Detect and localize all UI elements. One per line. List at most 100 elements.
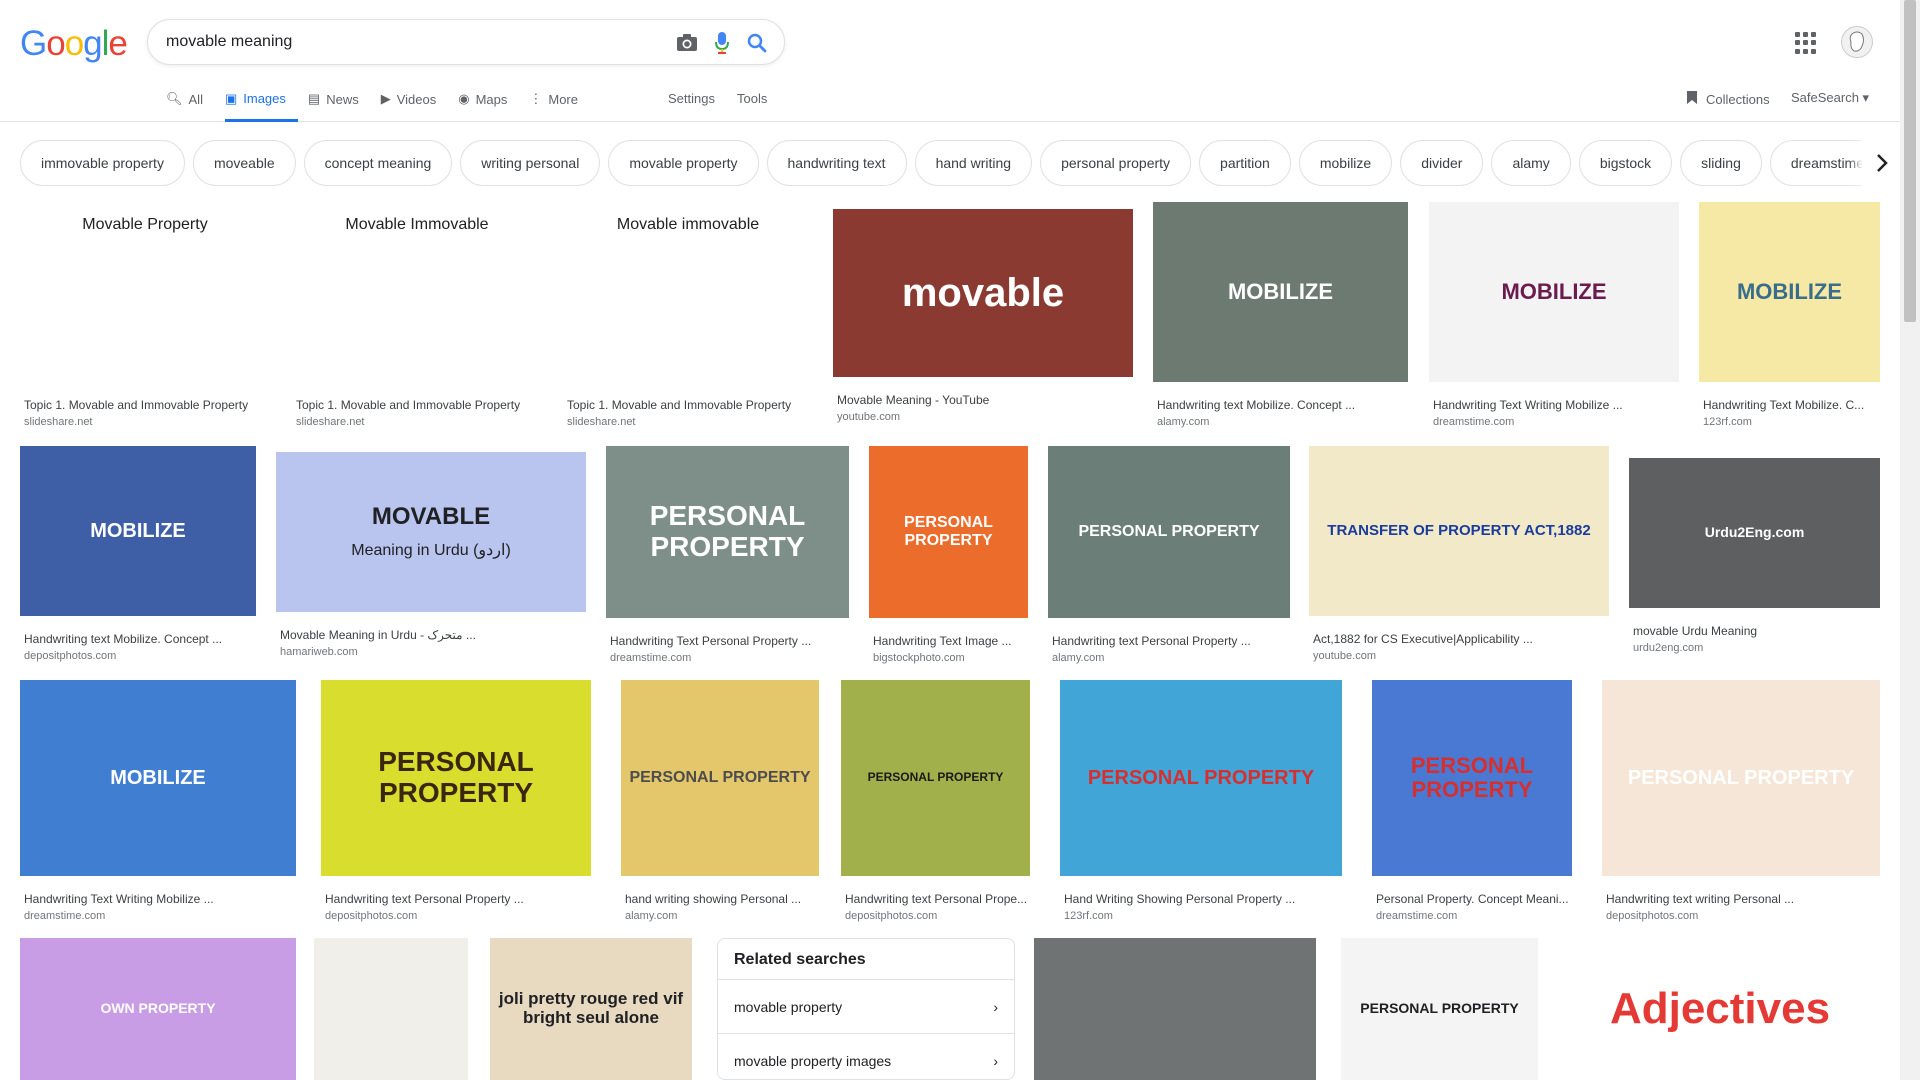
related-item[interactable]: movable property images › [718, 1033, 1014, 1080]
tab-all[interactable]: 🔍︎ All [166, 86, 215, 122]
result-title[interactable]: Handwriting text Personal Property ... [325, 892, 591, 906]
image-result[interactable]: MOBILIZE Handwriting Text Mobilize. C... 1… [1699, 202, 1880, 436]
microphone-icon[interactable] [710, 31, 734, 55]
result-title[interactable]: Handwriting text Mobilize. Concept ... [1157, 398, 1408, 412]
collections-button[interactable]: Collections [1686, 90, 1770, 108]
result-title[interactable]: movable Urdu Meaning [1633, 624, 1880, 638]
chip[interactable]: partition [1199, 140, 1291, 186]
result-thumbnail[interactable]: PERSONAL PROPERTY [1372, 680, 1572, 876]
settings-link[interactable]: Settings [668, 91, 715, 106]
google-logo[interactable]: Google [20, 24, 128, 64]
result-title[interactable]: Hand Writing Showing Personal Property .… [1064, 892, 1342, 906]
result-thumbnail[interactable]: PERSONAL PROPERTY [869, 446, 1028, 618]
chip[interactable]: divider [1400, 140, 1484, 186]
result-title[interactable]: Personal Property. Concept Meani... [1376, 892, 1572, 906]
image-result[interactable]: movable Movable Meaning - YouTube youtube.… [833, 209, 1133, 431]
apps-grid-icon[interactable] [1795, 32, 1817, 54]
result-thumbnail[interactable]: PERSONAL PROPERTY [1602, 680, 1880, 876]
image-result[interactable]: PERSONAL PROPERTY Handwriting text Person… [1048, 446, 1290, 672]
result-thumbnail[interactable]: Movable Immovable [292, 202, 542, 382]
result-title[interactable]: Handwriting Text Writing Mobilize ... [24, 892, 296, 906]
result-thumbnail[interactable]: Adjectives [1560, 938, 1880, 1080]
result-title[interactable]: Handwriting text Personal Prope... [845, 892, 1030, 906]
image-result[interactable]: MOVABLE Meaning in Urdu (اردو) Movable Mea… [276, 452, 586, 666]
result-thumbnail[interactable]: PERSONAL PROPERTY [841, 680, 1030, 876]
result-thumbnail[interactable]: MOBILIZE [1699, 202, 1880, 382]
image-result[interactable]: MOBILIZE Handwriting text Mobilize. Conce… [1153, 202, 1408, 436]
result-title[interactable]: Topic 1. Movable and Immovable Property [24, 398, 270, 412]
image-result[interactable]: Movable immovable Topic 1. Movable and Im… [563, 202, 813, 436]
result-thumbnail[interactable]: Movable Property [20, 202, 270, 382]
result-title[interactable]: hand writing showing Personal ... [625, 892, 819, 906]
image-result[interactable]: Movable Immovable Topic 1. Movable and Im… [292, 202, 542, 436]
result-title[interactable]: Handwriting Text Writing Mobilize ... [1433, 398, 1679, 412]
chip[interactable]: movable property [608, 140, 759, 186]
result-title[interactable]: Handwriting text Personal Property ... [1052, 634, 1290, 648]
result-thumbnail[interactable]: Urdu2Eng.com [1629, 458, 1880, 608]
chip[interactable]: concept meaning [303, 140, 453, 186]
related-item[interactable]: movable property › [718, 979, 1014, 1033]
result-thumbnail[interactable]: PERSONAL PROPERTY [1048, 446, 1290, 618]
chip[interactable]: handwriting text [766, 140, 907, 186]
tab-videos[interactable]: ▶ Videos [381, 86, 449, 122]
image-result[interactable]: PERSONAL PROPERTY [1341, 938, 1538, 1080]
chips-next-button[interactable] [1862, 140, 1902, 186]
result-thumbnail[interactable]: PERSONAL PROPERTY [321, 680, 591, 876]
image-result[interactable]: Movable Property Topic 1. Movable and Imm… [20, 202, 270, 436]
image-result[interactable]: PERSONAL PROPERTY Handwriting text writin… [1602, 680, 1880, 930]
result-thumbnail[interactable]: PERSONAL PROPERTY [1341, 938, 1538, 1080]
result-thumbnail[interactable]: movable [833, 209, 1133, 377]
image-result[interactable] [314, 938, 468, 1080]
result-title[interactable]: Topic 1. Movable and Immovable Property [567, 398, 813, 412]
result-title[interactable]: Act,1882 for CS Executive|Applicability … [1313, 632, 1609, 646]
tab-images[interactable]: ▣ Images [224, 86, 298, 122]
result-title[interactable]: Topic 1. Movable and Immovable Property [296, 398, 542, 412]
chip[interactable]: sliding [1680, 140, 1762, 186]
image-result[interactable]: TRANSFER OF PROPERTY ACT,1882 Act,1882 fo… [1309, 446, 1609, 670]
image-result[interactable]: joli pretty rouge red vif bright seul al… [490, 938, 692, 1080]
result-title[interactable]: Handwriting Text Personal Property ... [610, 634, 849, 648]
result-thumbnail[interactable]: MOVABLE Meaning in Urdu (اردو) [276, 452, 586, 612]
image-result[interactable]: OWN PROPERTY [20, 938, 296, 1080]
result-thumbnail[interactable]: TRANSFER OF PROPERTY ACT,1882 [1309, 446, 1609, 616]
search-icon[interactable] [745, 31, 769, 55]
image-result[interactable]: PERSONAL PROPERTY Hand Writing Showing Pe… [1060, 680, 1342, 930]
result-thumbnail[interactable]: MOBILIZE [1429, 202, 1679, 382]
image-result[interactable]: MOBILIZE Handwriting Text Writing Mobiliz… [20, 680, 296, 930]
result-thumbnail[interactable]: PERSONAL PROPERTY [621, 680, 819, 876]
image-result[interactable]: PERSONAL PROPERTY Handwriting text Person… [321, 680, 591, 930]
tab-more[interactable]: ⋮ More [529, 86, 590, 122]
image-result[interactable]: PERSONAL PROPERTY Handwriting Text Image … [869, 446, 1028, 672]
result-title[interactable]: Movable Meaning - YouTube [837, 393, 1133, 407]
avatar[interactable] [1841, 26, 1873, 58]
image-result[interactable]: PERSONAL PROPERTY Handwriting text Person… [841, 680, 1030, 930]
result-thumbnail[interactable] [314, 938, 468, 1080]
image-result[interactable]: PERSONAL PROPERTY Personal Property. Conc… [1372, 680, 1572, 930]
chip[interactable]: writing personal [460, 140, 601, 186]
tools-link[interactable]: Tools [737, 91, 767, 106]
result-thumbnail[interactable]: PERSONAL PROPERTY [1060, 680, 1342, 876]
result-thumbnail[interactable]: Movable immovable [563, 202, 813, 382]
search-input[interactable] [166, 30, 636, 54]
result-title[interactable]: Movable Meaning in Urdu - متحرک ... [280, 628, 586, 642]
image-result[interactable]: PERSONAL PROPERTY Handwriting Text Person… [606, 446, 849, 672]
image-result[interactable]: Adjectives [1560, 938, 1880, 1080]
chip[interactable]: moveable [192, 140, 296, 186]
result-thumbnail[interactable]: OWN PROPERTY [20, 938, 296, 1080]
result-thumbnail[interactable] [1034, 938, 1316, 1080]
chip[interactable]: personal property [1040, 140, 1192, 186]
result-thumbnail[interactable]: MOBILIZE [1153, 202, 1408, 382]
result-title[interactable]: Handwriting text writing Personal ... [1606, 892, 1880, 906]
image-result[interactable]: MOBILIZE Handwriting text Mobilize. Conce… [20, 446, 256, 670]
result-thumbnail[interactable]: MOBILIZE [20, 680, 296, 876]
chip[interactable]: hand writing [914, 140, 1033, 186]
chip[interactable]: mobilize [1298, 140, 1393, 186]
chip[interactable]: bigstock [1578, 140, 1673, 186]
scrollbar[interactable] [1900, 0, 1920, 1080]
camera-icon[interactable] [675, 31, 699, 55]
image-result[interactable]: MOBILIZE Handwriting Text Writing Mobiliz… [1429, 202, 1679, 436]
image-result[interactable]: Urdu2Eng.com movable Urdu Meaning urdu2eng… [1629, 458, 1880, 662]
result-title[interactable]: Handwriting Text Image ... [873, 634, 1028, 648]
tab-maps[interactable]: ◉ Maps [458, 86, 519, 122]
result-thumbnail[interactable]: PERSONAL PROPERTY [606, 446, 849, 618]
